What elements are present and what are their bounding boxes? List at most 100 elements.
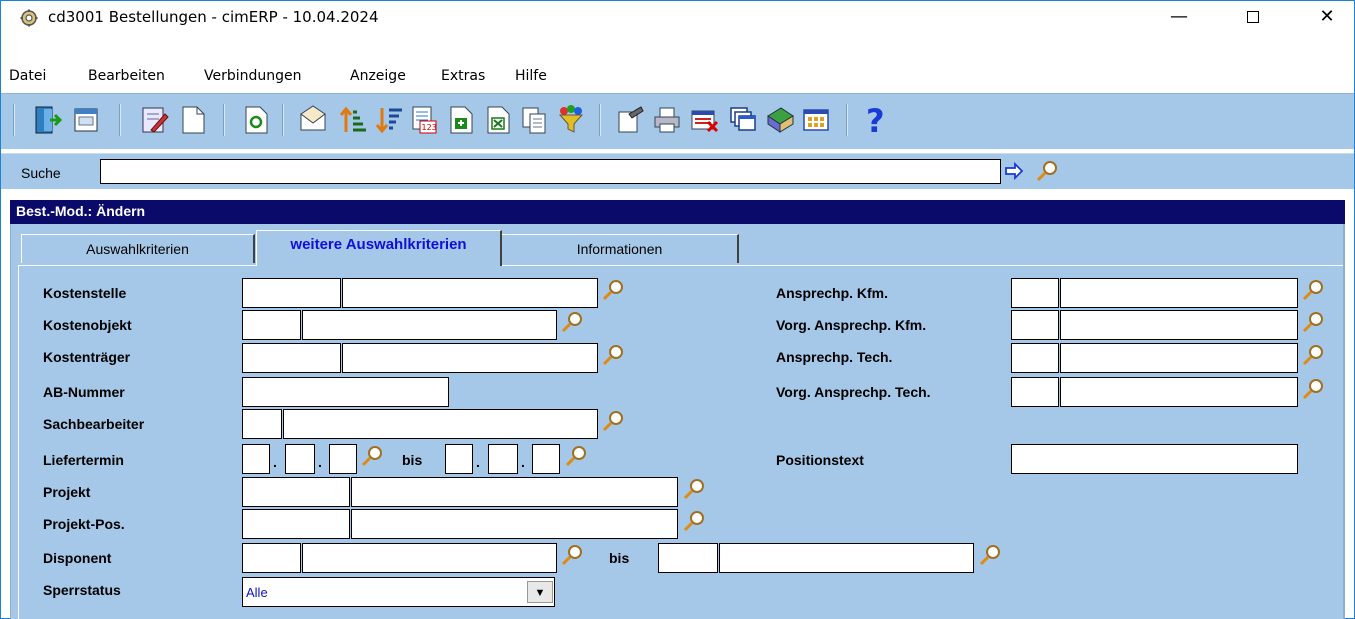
arrow-right-icon[interactable] <box>1004 162 1024 180</box>
positionstext-input[interactable] <box>1011 444 1298 474</box>
search-icon[interactable] <box>601 343 625 367</box>
paste-icon[interactable] <box>615 104 645 136</box>
label-bis: bis <box>402 452 423 468</box>
kostenobjekt-code-input[interactable] <box>242 310 301 340</box>
mode-title-bar: Best.-Mod.: Ändern <box>10 200 1345 224</box>
search-input[interactable] <box>100 159 1001 184</box>
kostenstelle-name-input[interactable] <box>342 278 598 308</box>
vorg-ansprechp-kfm-name-input[interactable] <box>1060 310 1298 340</box>
menu-hilfe[interactable]: Hilfe <box>515 68 547 84</box>
ansprechp-kfm-code-input[interactable] <box>1011 278 1059 308</box>
kostenstelle-code-input[interactable] <box>242 278 341 308</box>
liefertermin-from-day[interactable] <box>242 444 270 474</box>
sachbearbeiter-name-input[interactable] <box>283 409 598 439</box>
maximize-button[interactable] <box>1230 1 1276 33</box>
sperrstatus-select[interactable]: Alle ▼ <box>242 577 555 607</box>
application-window: cd3001 Bestellungen - cimERP - 10.04.202… <box>0 0 1355 619</box>
label-kostenstelle: Kostenstelle <box>43 285 127 301</box>
date-separator: . <box>273 454 277 470</box>
date-separator: . <box>476 454 480 470</box>
search-icon[interactable] <box>601 278 625 302</box>
filter-icon[interactable] <box>556 104 586 136</box>
edit-icon[interactable] <box>139 104 169 136</box>
menu-anzeige[interactable]: Anzeige <box>350 68 406 84</box>
calendar-search-icon[interactable] <box>564 444 588 468</box>
disponent-to-code-input[interactable] <box>658 543 718 573</box>
search-icon[interactable] <box>978 543 1002 567</box>
ab-nummer-input[interactable] <box>242 377 449 407</box>
search-icon[interactable] <box>682 509 706 533</box>
maximize-icon <box>1247 11 1259 23</box>
refresh-icon[interactable] <box>241 104 271 136</box>
grid-icon[interactable] <box>801 104 831 136</box>
search-bar: Suche <box>1 153 1354 189</box>
date-separator: . <box>521 454 525 470</box>
vorg-ansprechp-tech-name-input[interactable] <box>1060 377 1298 407</box>
windows-icon[interactable] <box>728 104 758 136</box>
sachbearbeiter-code-input[interactable] <box>242 409 282 439</box>
ansprechp-tech-name-input[interactable] <box>1060 343 1298 373</box>
search-icon[interactable] <box>1035 159 1059 183</box>
tab-auswahlkriterien[interactable]: Auswahlkriterien <box>21 234 255 263</box>
kostentraeger-name-input[interactable] <box>342 343 598 373</box>
title-bar: cd3001 Bestellungen - cimERP - 10.04.202… <box>1 1 1354 33</box>
search-icon[interactable] <box>1301 310 1325 334</box>
label-projekt-pos: Projekt-Pos. <box>43 516 125 532</box>
search-icon[interactable] <box>560 543 584 567</box>
projekt-pos-name-input[interactable] <box>351 509 678 539</box>
mail-icon[interactable] <box>298 104 328 136</box>
menu-bar: Datei Bearbeiten Verbindungen Anzeige Ex… <box>1 65 1354 91</box>
disponent-from-code-input[interactable] <box>242 543 301 573</box>
search-icon[interactable] <box>1301 343 1325 367</box>
liefertermin-from-year[interactable] <box>329 444 357 474</box>
calendar-search-icon[interactable] <box>360 444 384 468</box>
book-icon[interactable] <box>765 104 795 136</box>
tab-informationen[interactable]: Informationen <box>501 234 739 263</box>
sort-ascending-icon[interactable] <box>338 104 368 136</box>
tab-weitere-auswahlkriterien[interactable]: weitere Auswahlkriterien <box>256 230 502 266</box>
close-button[interactable]: ✕ <box>1304 1 1350 33</box>
projekt-name-input[interactable] <box>351 477 678 507</box>
copy-icon[interactable] <box>519 104 549 136</box>
vorg-ansprechp-kfm-code-input[interactable] <box>1011 310 1059 340</box>
excel-icon[interactable] <box>483 104 513 136</box>
search-icon[interactable] <box>1301 377 1325 401</box>
liefertermin-to-day[interactable] <box>445 444 473 474</box>
ansprechp-tech-code-input[interactable] <box>1011 343 1059 373</box>
disponent-from-name-input[interactable] <box>302 543 557 573</box>
vorg-ansprechp-tech-code-input[interactable] <box>1011 377 1059 407</box>
delete-icon[interactable] <box>689 104 719 136</box>
projekt-pos-code-input[interactable] <box>242 509 350 539</box>
export-icon[interactable] <box>446 104 476 136</box>
kostenobjekt-name-input[interactable] <box>302 310 557 340</box>
search-icon[interactable] <box>560 310 584 334</box>
svg-text:?: ? <box>866 104 885 136</box>
menu-datei[interactable]: Datei <box>9 68 46 84</box>
kostentraeger-code-input[interactable] <box>242 343 341 373</box>
search-icon[interactable] <box>682 477 706 501</box>
label-disponent-bis: bis <box>609 550 630 566</box>
active-tab-gap <box>257 265 500 267</box>
search-icon[interactable] <box>601 409 625 433</box>
new-document-icon[interactable] <box>178 104 208 136</box>
menu-extras[interactable]: Extras <box>441 68 485 84</box>
projekt-code-input[interactable] <box>242 477 350 507</box>
menu-bearbeiten[interactable]: Bearbeiten <box>88 68 165 84</box>
sort-descending-icon[interactable] <box>374 104 404 136</box>
menu-verbindungen[interactable]: Verbindungen <box>204 68 302 84</box>
chevron-down-icon[interactable]: ▼ <box>527 581 553 603</box>
print-icon[interactable] <box>652 104 682 136</box>
liefertermin-to-year[interactable] <box>532 444 560 474</box>
liefertermin-to-month[interactable] <box>488 444 518 474</box>
disponent-to-name-input[interactable] <box>719 543 974 573</box>
exit-icon[interactable] <box>32 104 62 136</box>
search-icon[interactable] <box>1301 278 1325 302</box>
help-icon[interactable]: ? <box>861 104 891 136</box>
minimize-button[interactable]: — <box>1156 1 1202 33</box>
calendar-icon[interactable] <box>71 104 101 136</box>
ansprechp-kfm-name-input[interactable] <box>1060 278 1298 308</box>
number-format-icon[interactable]: 123 <box>409 104 439 136</box>
toolbar-separator <box>282 104 284 136</box>
toolbar-separator <box>599 104 601 136</box>
liefertermin-from-month[interactable] <box>285 444 315 474</box>
